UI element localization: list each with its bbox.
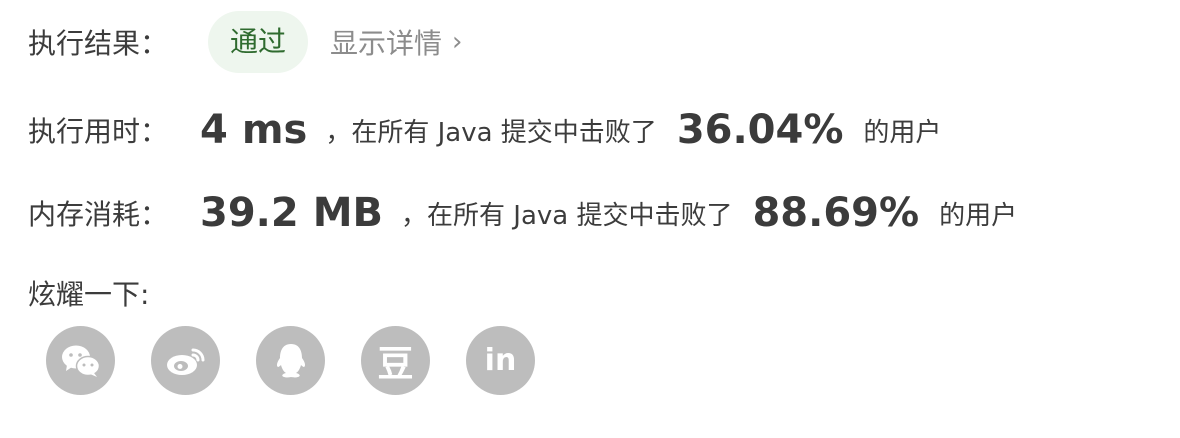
linkedin-share-button[interactable]: in xyxy=(466,326,535,395)
submission-result-panel: 执行结果： 通过 显示详情 › 执行用时： 4 ms ，在所有 Java 提交中… xyxy=(0,0,1180,438)
memory-description: ，在所有 Java 提交中击败了 xyxy=(401,200,733,231)
wechat-share-button[interactable] xyxy=(46,326,115,395)
share-icons: 豆 in xyxy=(46,326,535,395)
memory-row: 内存消耗： 39.2 MB ，在所有 Java 提交中击败了 88.69% 的用… xyxy=(28,183,1017,243)
show-details-link[interactable]: 显示详情 › xyxy=(330,22,462,62)
show-details-label: 显示详情 xyxy=(330,27,443,60)
linkedin-icon: in xyxy=(484,343,517,378)
weibo-icon xyxy=(166,348,204,375)
runtime-percentile: 36.04% xyxy=(676,107,844,153)
runtime-suffix: 的用户 xyxy=(863,117,942,148)
runtime-description: ，在所有 Java 提交中击败了 xyxy=(325,117,657,148)
status-badge: 通过 xyxy=(208,11,309,73)
memory-suffix: 的用户 xyxy=(939,200,1018,231)
qq-share-button[interactable] xyxy=(256,326,325,395)
douban-share-button[interactable]: 豆 xyxy=(361,326,430,395)
result-label: 执行结果： xyxy=(28,27,169,60)
douban-icon: 豆 xyxy=(377,343,414,385)
chevron-right-icon: › xyxy=(452,27,463,57)
weibo-share-button[interactable] xyxy=(151,326,220,395)
qq-icon xyxy=(276,343,305,377)
runtime-value: 4 xyxy=(200,107,228,153)
runtime-row: 执行用时： 4 ms ，在所有 Java 提交中击败了 36.04% 的用户 xyxy=(28,100,941,160)
runtime-unit: ms xyxy=(241,107,308,153)
wechat-icon xyxy=(61,345,100,377)
result-row: 执行结果： 通过 显示详情 › xyxy=(28,10,462,74)
share-label: 炫耀一下: xyxy=(28,278,150,311)
runtime-label: 执行用时： xyxy=(28,115,169,148)
memory-unit: MB xyxy=(312,190,384,236)
memory-percentile: 88.69% xyxy=(752,190,920,236)
share-row: 炫耀一下: xyxy=(28,270,149,316)
memory-label: 内存消耗： xyxy=(28,198,169,231)
memory-value: 39.2 xyxy=(200,190,299,236)
